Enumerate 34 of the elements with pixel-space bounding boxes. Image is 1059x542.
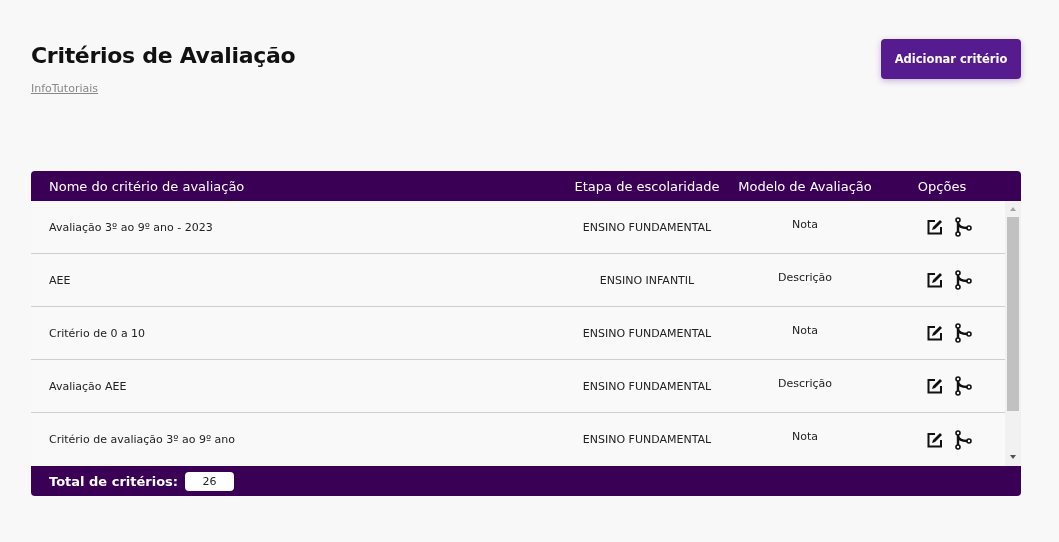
edit-icon[interactable] <box>927 325 943 341</box>
add-button[interactable]: Adicionar critério <box>881 39 1021 79</box>
table-cell-text: AEE <box>48 273 72 287</box>
branch-icon[interactable] <box>955 323 973 343</box>
table-cell-text: Avaliação 3º ao 9º ano - 2023 <box>48 220 214 234</box>
table-cell-text: ENSINO FUNDAMENTAL <box>581 433 713 446</box>
table-cell-text: Nota <box>791 430 819 443</box>
branch-icon[interactable] <box>955 217 973 237</box>
table-cell-text: ENSINO INFANTIL <box>598 273 696 287</box>
column-header: Etapa de escolaridade <box>573 178 721 194</box>
table-cell-text: Descrição <box>776 270 834 284</box>
edit-icon[interactable] <box>927 378 943 394</box>
branch-icon[interactable] <box>955 270 973 290</box>
table-cell-text: ENSINO FUNDAMENTAL <box>581 379 713 393</box>
branch-icon[interactable] <box>955 376 973 396</box>
page-title: Critérios de Avaliação <box>31 43 296 68</box>
table-cell-text: ENSINO FUNDAMENTAL <box>581 326 713 340</box>
edit-icon[interactable] <box>927 431 943 448</box>
table-cell-text: Nota <box>791 323 819 337</box>
table-cell-text: Critério de avaliação 3º ao 9º ano <box>48 433 237 446</box>
table-cell-text: Nota <box>791 217 819 231</box>
scrollbar[interactable] <box>1005 201 1021 466</box>
table-cell-text: Critério de 0 a 10 <box>48 326 147 340</box>
edit-icon[interactable] <box>927 272 943 288</box>
column-header: Modelo de Avaliação <box>737 178 873 194</box>
edit-icon[interactable] <box>927 219 943 235</box>
table-cell-text: Descrição <box>776 376 834 390</box>
total-label: Total de critérios: <box>49 473 179 489</box>
table-cell-text: Avaliação AEE <box>48 379 128 393</box>
column-header: Opções <box>916 178 968 194</box>
table-cell-text: ENSINO FUNDAMENTAL <box>581 220 713 234</box>
total-count: 26 <box>185 471 235 491</box>
branch-icon[interactable] <box>955 429 973 450</box>
column-header: Nome do critério de avaliação <box>48 178 246 194</box>
